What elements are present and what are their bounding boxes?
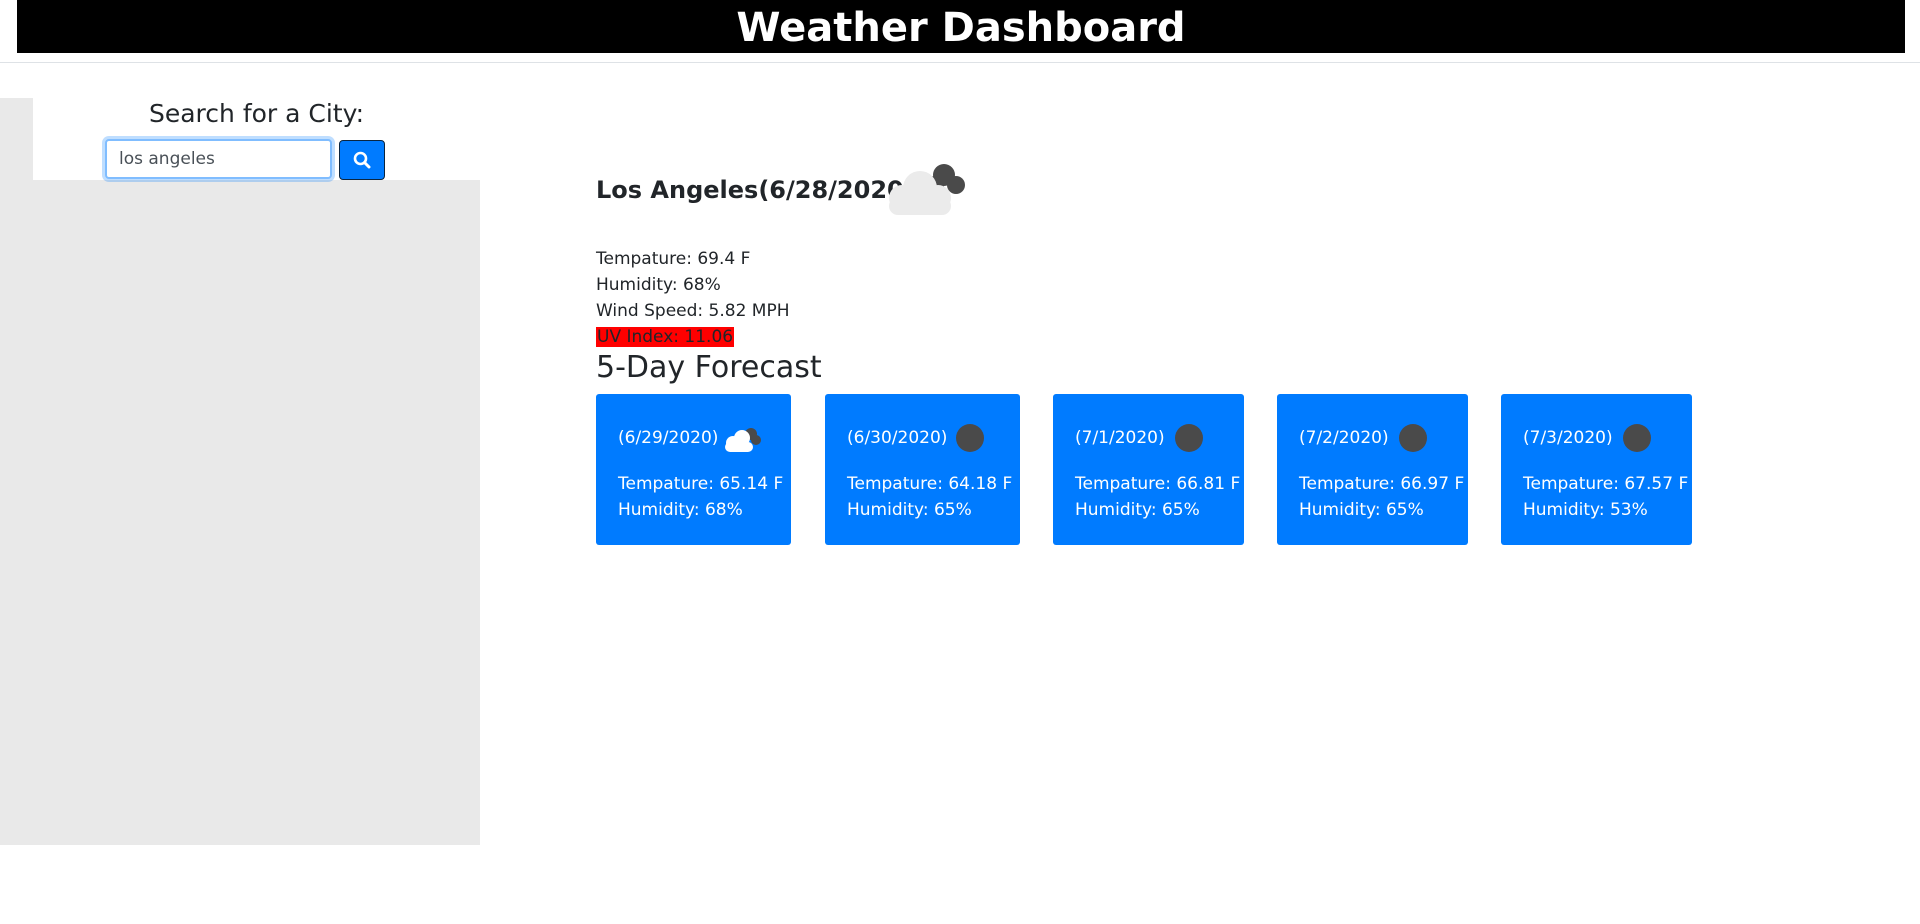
forecast-heading: 5-Day Forecast bbox=[596, 350, 822, 385]
cloudy-icon bbox=[725, 428, 761, 452]
forecast-date: (7/1/2020) bbox=[1075, 428, 1165, 448]
city-search-input[interactable] bbox=[105, 139, 332, 179]
forecast-date: (7/2/2020) bbox=[1299, 428, 1389, 448]
cloudy-icon bbox=[889, 164, 965, 215]
forecast-card: (6/29/2020) Tempature: 65.14 F Humidity:… bbox=[596, 394, 791, 545]
clear-icon bbox=[1623, 424, 1651, 452]
forecast-temperature: Tempature: 64.18 F bbox=[847, 474, 1013, 494]
forecast-temperature: Tempature: 65.14 F bbox=[618, 474, 784, 494]
header-divider bbox=[0, 62, 1920, 63]
forecast-humidity: Humidity: 65% bbox=[1075, 500, 1200, 520]
forecast-card: (6/30/2020) Tempature: 64.18 F Humidity:… bbox=[825, 394, 1020, 545]
forecast-date: (6/30/2020) bbox=[847, 428, 948, 448]
forecast-date: (7/3/2020) bbox=[1523, 428, 1613, 448]
current-city-title: Los Angeles(6/28/2020) bbox=[596, 176, 915, 204]
forecast-card: (7/1/2020) Tempature: 66.81 F Humidity: … bbox=[1053, 394, 1244, 545]
forecast-humidity: Humidity: 53% bbox=[1523, 500, 1648, 520]
current-temperature: Tempature: 69.4 F bbox=[596, 249, 751, 269]
search-label: Search for a City: bbox=[148, 99, 365, 128]
page-title: Weather Dashboard bbox=[736, 5, 1186, 51]
sidebar bbox=[0, 98, 480, 845]
forecast-card: (7/2/2020) Tempature: 66.97 F Humidity: … bbox=[1277, 394, 1468, 545]
forecast-temperature: Tempature: 67.57 F bbox=[1523, 474, 1689, 494]
forecast-humidity: Humidity: 68% bbox=[618, 500, 743, 520]
search-icon bbox=[353, 151, 371, 169]
forecast-card: (7/3/2020) Tempature: 67.57 F Humidity: … bbox=[1501, 394, 1692, 545]
current-humidity: Humidity: 68% bbox=[596, 275, 721, 295]
forecast-temperature: Tempature: 66.81 F bbox=[1075, 474, 1241, 494]
forecast-temperature: Tempature: 66.97 F bbox=[1299, 474, 1465, 494]
clear-icon bbox=[1175, 424, 1203, 452]
forecast-date: (6/29/2020) bbox=[618, 428, 719, 448]
search-button[interactable] bbox=[339, 140, 385, 180]
clear-icon bbox=[1399, 424, 1427, 452]
current-wind-speed: Wind Speed: 5.82 MPH bbox=[596, 301, 790, 321]
forecast-humidity: Humidity: 65% bbox=[1299, 500, 1424, 520]
current-uv-wrapper: UV Index: 11.06 bbox=[596, 325, 735, 349]
clear-icon bbox=[956, 424, 984, 452]
page-header: Weather Dashboard bbox=[17, 0, 1905, 53]
uv-index-badge: UV Index: 11.06 bbox=[596, 327, 735, 347]
forecast-humidity: Humidity: 65% bbox=[847, 500, 972, 520]
